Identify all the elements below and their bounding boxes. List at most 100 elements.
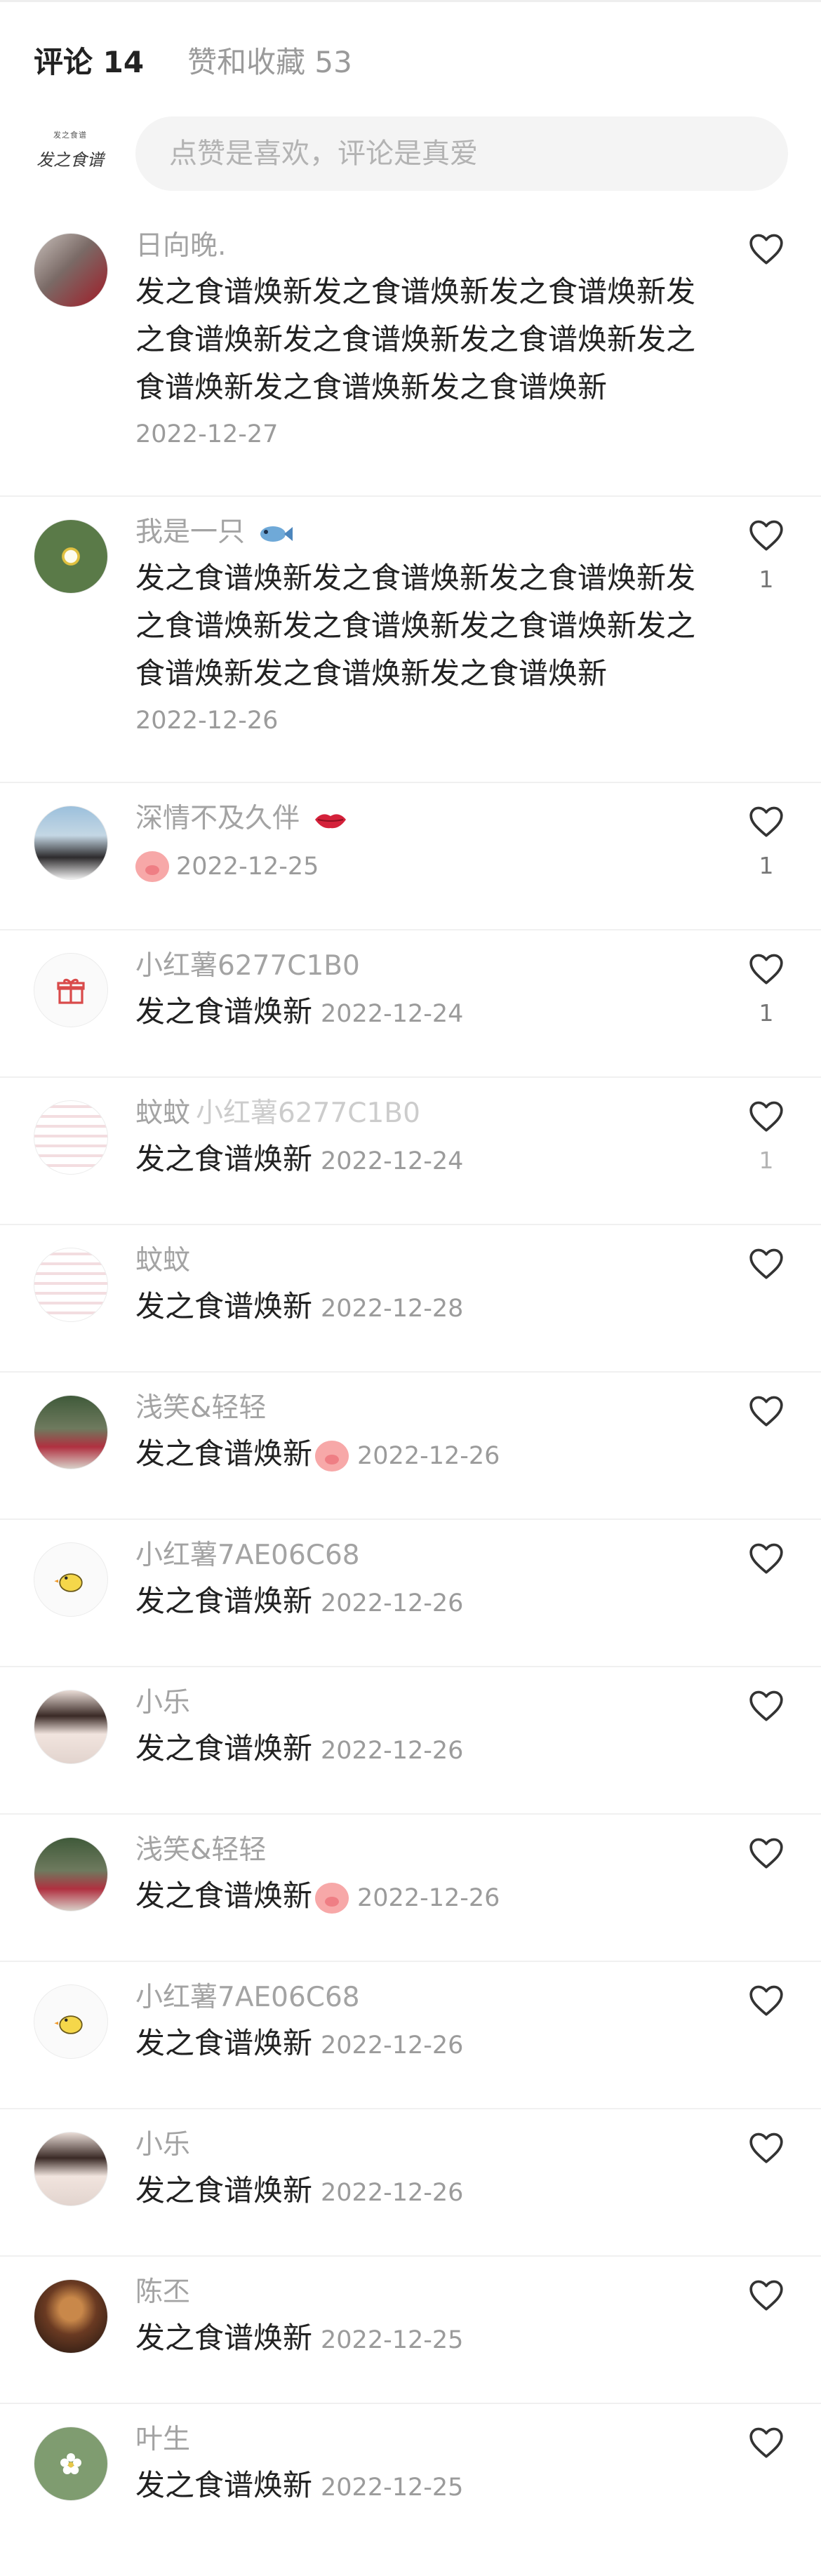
comment-item: 小红薯7AE06C68 发之食谱焕新 2022-12-26 [0,1520,821,1667]
tab-likes-and-collects[interactable]: 赞和收藏 53 [187,39,352,81]
avatar[interactable] [34,953,108,1027]
like-count: 1 [759,999,774,1027]
avatar[interactable] [34,1395,108,1469]
username[interactable]: 小乐 [135,1686,711,1721]
heart-icon[interactable] [747,1099,785,1133]
like-control[interactable] [745,1983,787,2031]
comment-text-content: 发之食谱焕新 [135,1584,313,1618]
comment-body: 叶生 发之食谱焕新 2022-12-25 [135,2422,711,2511]
heart-icon[interactable] [747,2130,785,2164]
comment-date: 2022-12-24 [321,1000,464,1028]
comment-text-line: 食谱焕新发之食谱焕新发之食谱焕新 [135,656,608,690]
logo-sub-text: 发之食谱 [53,131,87,140]
lips-emoji-icon [315,813,347,828]
comment-date: 2022-12-24 [321,1147,464,1175]
like-control[interactable]: 1 [745,1099,787,1174]
username[interactable]: 小红薯7AE06C68 [135,1980,711,2015]
chick-icon [54,1573,83,1592]
comment-text: 发之食谱焕新 2022-12-26 [135,1872,711,1922]
comment-text: 发之食谱焕新 2022-12-24 [135,988,711,1038]
username[interactable]: 我是一只 [135,516,245,548]
like-control[interactable]: 1 [745,518,787,593]
heart-icon[interactable] [747,518,785,552]
comment-body: 蚊蚊 小红薯6277C1B0 发之食谱焕新 2022-12-24 [135,1096,711,1185]
heart-icon[interactable] [747,952,785,985]
like-control[interactable] [745,2278,787,2325]
comment-item: 小乐 发之食谱焕新 2022-12-26 [0,1667,821,1815]
username[interactable]: 陈丕 [135,2275,711,2310]
username[interactable]: 浅笑&轻轻 [135,1391,711,1426]
heart-icon[interactable] [747,232,785,265]
comment-text-line: 发之食谱焕新发之食谱焕新发之食谱焕新发 [135,274,696,309]
avatar[interactable] [34,1248,108,1322]
heart-icon[interactable] [747,1983,785,2017]
comment-date: 2022-12-25 [321,2474,464,2502]
heart-icon[interactable] [747,2278,785,2311]
heart-icon[interactable] [747,1836,785,1869]
comment-text-line: 食谱焕新发之食谱焕新发之食谱焕新 [135,370,608,404]
comment-text-content: 发之食谱焕新 [135,2173,313,2208]
like-control[interactable] [745,1541,787,1589]
comment-text: 发之食谱焕新发之食谱焕新发之食谱焕新发 之食谱焕新发之食谱焕新发之食谱焕新发之 … [135,268,711,411]
flower-icon [60,2453,81,2474]
like-control[interactable] [745,1246,787,1294]
comment-date: 2022-12-28 [321,1295,464,1323]
comment-text-line: 发之食谱焕新发之食谱焕新发之食谱焕新发 [135,561,696,595]
username[interactable]: 小乐 [135,2128,711,2163]
heart-icon[interactable] [747,1541,785,1575]
like-count: 1 [759,1147,774,1174]
comment-text-line: 之食谱焕新发之食谱焕新发之食谱焕新发之 [135,608,696,643]
heart-icon[interactable] [747,804,785,838]
top-divider [0,0,821,2]
comment-body: 小红薯7AE06C68 发之食谱焕新 2022-12-26 [135,1980,711,2069]
avatar[interactable] [34,806,108,880]
avatar[interactable] [34,1542,108,1617]
comment-text-content: 发之食谱焕新 [135,994,313,1029]
avatar[interactable] [34,2132,108,2206]
heart-icon[interactable] [747,1688,785,1722]
like-control[interactable] [745,2425,787,2473]
avatar[interactable] [34,519,108,594]
username[interactable]: 蚊蚊 [135,1243,711,1279]
comment-item: 陈丕 发之食谱焕新 2022-12-25 [0,2257,821,2404]
avatar[interactable] [34,2279,108,2354]
comment-body: 我是一只 发之食谱焕新发之食谱焕新发之食谱焕新发 之食谱焕新发之食谱焕新发之食谱… [135,515,711,738]
avatar[interactable] [34,1837,108,1911]
avatar[interactable] [34,1100,108,1175]
comment-item: 深情不及久伴 2022-12-25 1 [0,783,821,930]
avatar[interactable] [34,1690,108,1764]
like-control[interactable] [745,1394,787,1441]
heart-icon[interactable] [747,1246,785,1280]
like-control[interactable]: 1 [745,952,787,1027]
heart-icon[interactable] [747,1394,785,1427]
username[interactable]: 浅笑&轻轻 [135,1833,711,1868]
comment-input[interactable] [135,116,788,191]
comment-date: 2022-12-26 [357,1442,500,1470]
tab-comments[interactable]: 评论 14 [34,39,144,81]
comment-text-content: 发之食谱焕新 [135,2468,313,2502]
like-control[interactable] [745,232,787,279]
heart-icon[interactable] [747,2425,785,2459]
comment-item: 我是一只 发之食谱焕新发之食谱焕新发之食谱焕新发 之食谱焕新发之食谱焕新发之食谱… [0,497,821,783]
comment-item: 蚊蚊 小红薯6277C1B0 发之食谱焕新 2022-12-24 1 [0,1078,821,1225]
comment-text-content: 发之食谱焕新 [135,1289,313,1323]
like-control[interactable]: 1 [745,804,787,879]
comment-date: 2022-12-26 [321,1589,464,1617]
comment-text-content: 发之食谱焕新 [135,2321,313,2355]
username[interactable]: 蚊蚊 [135,1097,190,1129]
comment-date: 2022-12-25 [176,853,319,881]
avatar[interactable] [34,2427,108,2501]
like-control[interactable] [745,2130,787,2178]
avatar[interactable] [34,1984,108,2059]
comment-text: 发之食谱焕新发之食谱焕新发之食谱焕新发 之食谱焕新发之食谱焕新发之食谱焕新发之 … [135,554,711,698]
username[interactable]: 叶生 [135,2422,711,2457]
username[interactable]: 深情不及久伴 [135,803,300,834]
like-control[interactable] [745,1836,787,1883]
like-control[interactable] [745,1688,787,1736]
comment-date: 2022-12-26 [321,2179,464,2207]
username[interactable]: 小红薯7AE06C68 [135,1538,711,1573]
avatar[interactable] [34,233,108,307]
username[interactable]: 日向晚. [135,229,711,264]
pig-emoji-icon [315,1882,349,1914]
username[interactable]: 小红薯6277C1B0 [135,949,711,984]
